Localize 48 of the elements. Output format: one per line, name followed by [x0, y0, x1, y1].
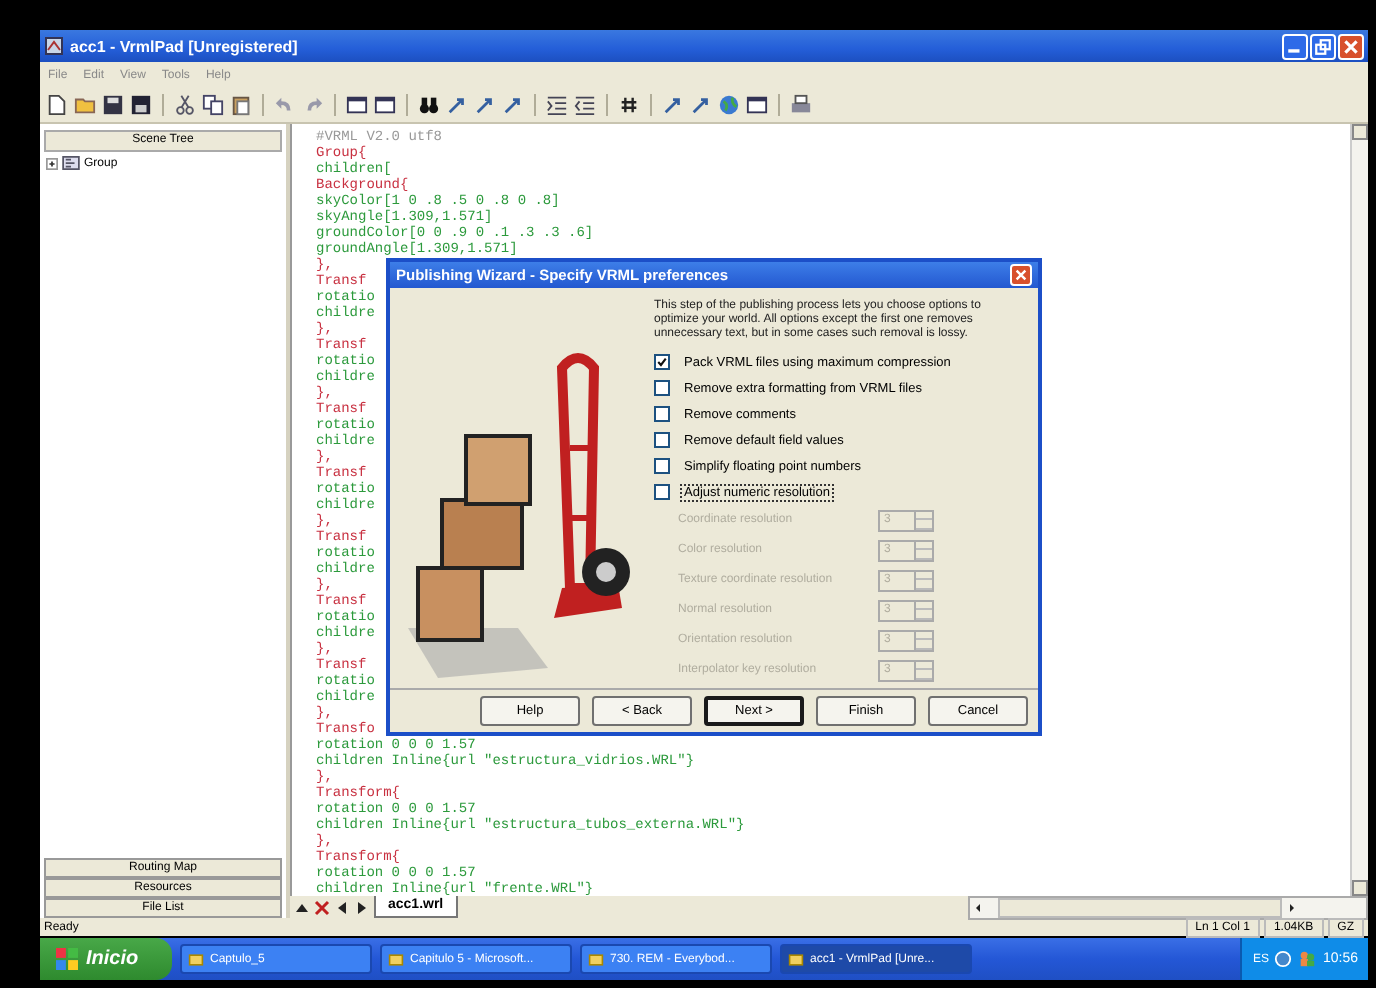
arrow-icon[interactable]: [502, 94, 524, 116]
printer-icon[interactable]: [790, 94, 812, 116]
checkbox[interactable]: [654, 354, 670, 371]
checkbox[interactable]: [654, 484, 670, 501]
folder-icon: [588, 951, 604, 967]
arrow-icon[interactable]: [446, 94, 468, 116]
indent-icon[interactable]: [546, 94, 568, 116]
arrow-icon[interactable]: [690, 94, 712, 116]
hash-icon[interactable]: [618, 94, 640, 116]
right-arrow-icon[interactable]: [354, 899, 370, 915]
folder-icon: [788, 951, 804, 967]
expand-icon[interactable]: [46, 157, 58, 169]
checkbox[interactable]: [654, 380, 670, 397]
folder-icon[interactable]: [74, 94, 96, 116]
app-icon: [44, 36, 64, 56]
checkbox[interactable]: [654, 432, 670, 449]
window-icon[interactable]: [346, 94, 368, 116]
left-arrow-icon[interactable]: [334, 899, 350, 915]
clipboard-icon[interactable]: [230, 94, 252, 116]
folder-icon: [388, 951, 404, 967]
node-icon: [62, 156, 80, 170]
scroll-thumb[interactable]: [998, 897, 1282, 917]
restore-button[interactable]: [1310, 33, 1336, 59]
vertical-scrollbar[interactable]: [1350, 124, 1368, 896]
triangle-up-icon[interactable]: [294, 899, 310, 915]
binoculars-icon[interactable]: [418, 94, 440, 116]
outdent-icon[interactable]: [574, 94, 596, 116]
checkbox[interactable]: [654, 458, 670, 475]
copy-icon[interactable]: [202, 94, 224, 116]
close-icon[interactable]: [314, 899, 330, 915]
folder-icon: [188, 951, 204, 967]
document-icon[interactable]: [46, 94, 68, 116]
start-button[interactable]: Inicio: [40, 938, 172, 980]
scissors-icon[interactable]: [174, 94, 196, 116]
window-title: acc1 - VrmlPad [Unregistered]: [70, 37, 298, 55]
minimize-button[interactable]: [1282, 33, 1308, 59]
arrow-icon[interactable]: [474, 94, 496, 116]
restore-icon: [1314, 37, 1332, 55]
close-icon: [1342, 37, 1360, 55]
close-button[interactable]: [1010, 263, 1032, 286]
arrow-icon[interactable]: [662, 94, 684, 116]
window-icon[interactable]: [746, 94, 768, 116]
close-button[interactable]: [1338, 33, 1364, 59]
window-icon[interactable]: [374, 94, 396, 116]
horizontal-scrollbar[interactable]: [968, 895, 1368, 919]
close-icon: [1014, 267, 1028, 282]
checkbox[interactable]: [654, 406, 670, 423]
windows-flag-icon: [56, 948, 78, 970]
